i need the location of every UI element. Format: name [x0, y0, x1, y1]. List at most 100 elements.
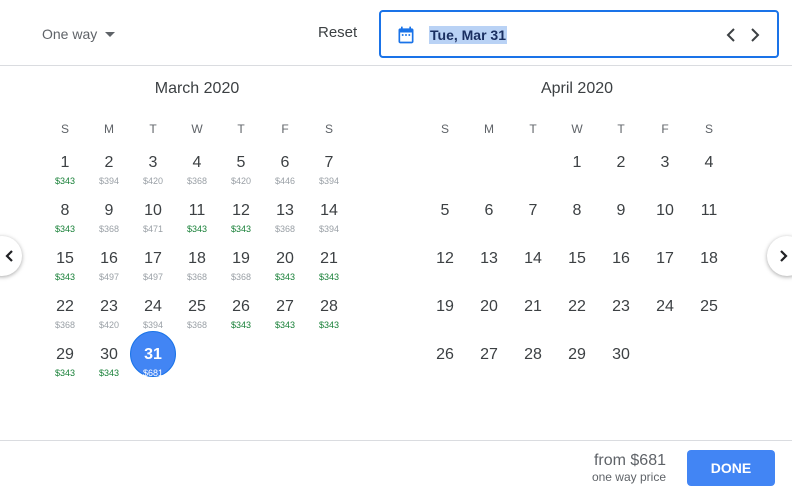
day-cell[interactable]: 19 $368 — [219, 249, 263, 295]
day-number: 3 — [148, 154, 158, 171]
day-cell[interactable]: 23 — [599, 297, 643, 343]
day-cell[interactable]: 12 — [423, 249, 467, 295]
day-cell[interactable]: 15 — [555, 249, 599, 295]
day-cell[interactable]: 9 $368 — [87, 201, 131, 247]
day-cell[interactable]: 6 — [467, 201, 511, 247]
day-cell[interactable]: 11 — [687, 201, 731, 247]
day-price: $368 — [186, 272, 208, 282]
day-cell[interactable]: 24 — [643, 297, 687, 343]
day-cell[interactable]: 4 $368 — [175, 153, 219, 199]
day-number: 26 — [232, 298, 250, 315]
day-price: $420 — [98, 320, 120, 330]
day-cell[interactable]: 27 — [467, 345, 511, 391]
day-cell[interactable]: 8 — [555, 201, 599, 247]
price-note: one way price — [591, 470, 666, 484]
day-cell[interactable]: 19 — [423, 297, 467, 343]
day-number: 7 — [324, 154, 334, 171]
day-number: 16 — [612, 250, 630, 267]
day-cell[interactable]: 27 $343 — [263, 297, 307, 343]
day-cell[interactable]: 4 — [687, 153, 731, 199]
day-cell[interactable]: 8 $343 — [43, 201, 87, 247]
reset-button[interactable]: Reset — [318, 24, 357, 41]
day-number: 22 — [568, 298, 586, 315]
trip-type-dropdown[interactable]: One way — [42, 24, 116, 44]
day-cell[interactable]: 10 — [643, 201, 687, 247]
day-number: 8 — [60, 202, 70, 219]
day-cell[interactable]: 20 — [467, 297, 511, 343]
day-number: 9 — [616, 202, 626, 219]
day-number: 25 — [188, 298, 206, 315]
day-price: $368 — [186, 176, 208, 186]
day-cell[interactable]: 14 — [511, 249, 555, 295]
day-cell[interactable]: 1 $343 — [43, 153, 87, 199]
day-number: 5 — [236, 154, 246, 171]
day-cell[interactable]: 15 $343 — [43, 249, 87, 295]
departure-date-field[interactable]: Tue, Mar 31 — [379, 10, 779, 58]
day-cell[interactable]: 21 — [511, 297, 555, 343]
day-cell[interactable]: 16 — [599, 249, 643, 295]
day-price: $343 — [318, 320, 340, 330]
day-cell[interactable]: 10 $471 — [131, 201, 175, 247]
day-cell[interactable]: 3 — [643, 153, 687, 199]
chevron-left-icon[interactable] — [723, 26, 739, 44]
day-cell[interactable]: 16 $497 — [87, 249, 131, 295]
day-number: 19 — [232, 250, 250, 267]
weekday-header: T — [237, 122, 245, 136]
day-cell[interactable]: 22 $368 — [43, 297, 87, 343]
day-cell[interactable]: 7 — [511, 201, 555, 247]
day-number: 22 — [56, 298, 74, 315]
day-cell[interactable]: 1 — [555, 153, 599, 199]
day-cell[interactable]: 28 $343 — [307, 297, 351, 343]
day-price: $394 — [318, 224, 340, 234]
day-cell[interactable]: 2 — [599, 153, 643, 199]
day-cell[interactable]: 17 — [643, 249, 687, 295]
day-cell[interactable]: 30 $343 — [87, 345, 131, 391]
day-cell[interactable]: 17 $497 — [131, 249, 175, 295]
day-number: 13 — [276, 202, 294, 219]
previous-month-button[interactable] — [0, 236, 22, 276]
day-number: 14 — [524, 250, 542, 267]
day-cell[interactable]: 6 $446 — [263, 153, 307, 199]
selected-day-cell[interactable]: 31 $681 — [130, 331, 176, 391]
weekday-header: T — [149, 122, 157, 136]
day-cell[interactable]: 28 — [511, 345, 555, 391]
next-month-button[interactable] — [767, 236, 792, 276]
day-cell[interactable]: 29 $343 — [43, 345, 87, 391]
day-number: 14 — [320, 202, 338, 219]
day-cell[interactable]: 18 $368 — [175, 249, 219, 295]
day-cell[interactable]: 18 — [687, 249, 731, 295]
done-button[interactable]: DONE — [687, 450, 775, 486]
day-cell[interactable]: 5 $420 — [219, 153, 263, 199]
day-cell[interactable]: 26 — [423, 345, 467, 391]
day-cell[interactable]: 7 $394 — [307, 153, 351, 199]
day-cell[interactable]: 25 — [687, 297, 731, 343]
chevron-right-icon[interactable] — [747, 26, 763, 44]
day-cell[interactable]: 12 $343 — [219, 201, 263, 247]
day-cell[interactable]: 13 $368 — [263, 201, 307, 247]
day-cell[interactable]: 21 $343 — [307, 249, 351, 295]
weekday-header: M — [104, 122, 114, 136]
day-cell[interactable]: 13 — [467, 249, 511, 295]
day-cell[interactable]: 29 — [555, 345, 599, 391]
day-number: 28 — [320, 298, 338, 315]
day-cell[interactable]: 9 — [599, 201, 643, 247]
day-cell[interactable]: 5 — [423, 201, 467, 247]
day-cell[interactable]: 30 — [599, 345, 643, 391]
day-number: 24 — [656, 298, 674, 315]
day-cell[interactable]: 11 $343 — [175, 201, 219, 247]
day-number: 2 — [104, 154, 114, 171]
day-cell[interactable]: 25 $368 — [175, 297, 219, 343]
day-number: 15 — [56, 250, 74, 267]
day-cell[interactable]: 3 $420 — [131, 153, 175, 199]
day-cell[interactable]: 2 $394 — [87, 153, 131, 199]
weekday-header: M — [484, 122, 494, 136]
day-cell[interactable]: 26 $343 — [219, 297, 263, 343]
weekday-header: T — [529, 122, 537, 136]
day-cell[interactable]: 22 — [555, 297, 599, 343]
day-cell[interactable]: 23 $420 — [87, 297, 131, 343]
day-cell[interactable]: 14 $394 — [307, 201, 351, 247]
day-cell[interactable]: 20 $343 — [263, 249, 307, 295]
selected-date-text[interactable]: Tue, Mar 31 — [429, 26, 507, 44]
calendar-icon — [398, 26, 414, 44]
day-price: $343 — [54, 224, 76, 234]
